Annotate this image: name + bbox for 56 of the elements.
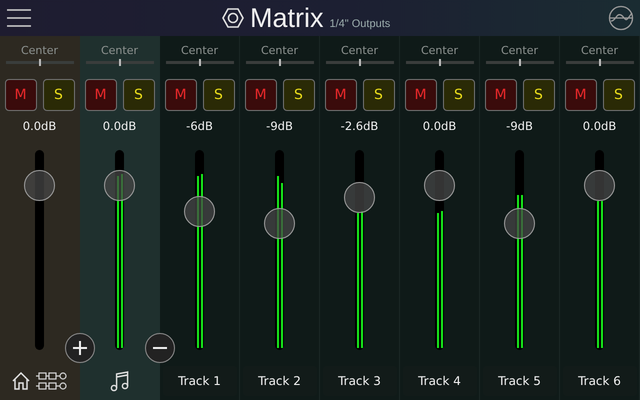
mute-button[interactable]: M [404,79,436,111]
routing-grid-icon[interactable] [34,371,68,391]
fader-knob[interactable] [584,170,614,202]
gain-readout: -2.6dB [340,119,378,133]
fader-knob[interactable] [424,170,454,202]
mute-button[interactable]: M [564,79,596,111]
pan-label: Center [100,44,138,58]
gain-readout: -9dB [266,119,293,133]
mute-button[interactable]: M [84,79,116,111]
pan-label: Center [20,44,58,58]
pan-slider[interactable] [486,61,554,64]
mute-button[interactable]: M [244,79,276,111]
pan-slider[interactable] [406,61,474,64]
fader-knob[interactable] [184,196,214,227]
solo-button[interactable]: S [202,79,234,111]
home-icon[interactable] [10,371,30,391]
gain-readout: -6dB [186,119,213,133]
waveform-icon[interactable] [608,5,634,31]
pan-label: Center [180,44,218,58]
fader-knob[interactable] [104,170,134,202]
gain-readout: 0.0dB [22,119,56,133]
mute-button[interactable]: M [484,79,516,111]
solo-button[interactable]: S [282,79,314,111]
mute-button[interactable]: M [164,79,196,111]
pan-slider[interactable] [246,61,314,64]
gain-readout: 0.0dB [422,119,456,133]
page-subtitle: 1/4" Outputs [330,18,390,30]
mute-button[interactable]: M [324,79,356,111]
pan-label: Center [420,44,458,58]
minus-icon [152,346,168,350]
mute-button[interactable]: M [4,79,36,111]
fader-knob[interactable] [504,208,534,239]
page-title: Matrix [250,2,324,34]
gain-readout: -9dB [506,119,533,133]
solo-button[interactable]: S [362,79,394,111]
pan-slider[interactable] [166,61,234,64]
plus-icon [72,340,88,356]
solo-button[interactable]: S [42,79,74,111]
pan-label: Center [500,44,538,58]
music-note-icon[interactable] [110,370,130,392]
solo-button[interactable]: S [602,79,634,111]
fader-knob[interactable] [264,208,294,239]
gain-readout: 0.0dB [582,119,616,133]
solo-button[interactable]: S [442,79,474,111]
menu-icon[interactable] [6,7,32,29]
pan-label: Center [260,44,298,58]
pan-slider[interactable] [566,61,634,64]
pan-slider[interactable] [326,61,394,64]
pan-label: Center [580,44,618,58]
pan-label: Center [340,44,378,58]
gain-readout: 0.0dB [102,119,136,133]
fader-knob[interactable] [24,170,54,202]
fader-knob[interactable] [344,182,374,214]
solo-button[interactable]: S [522,79,554,111]
hexagon-nut-icon [222,8,244,28]
solo-button[interactable]: S [122,79,154,111]
